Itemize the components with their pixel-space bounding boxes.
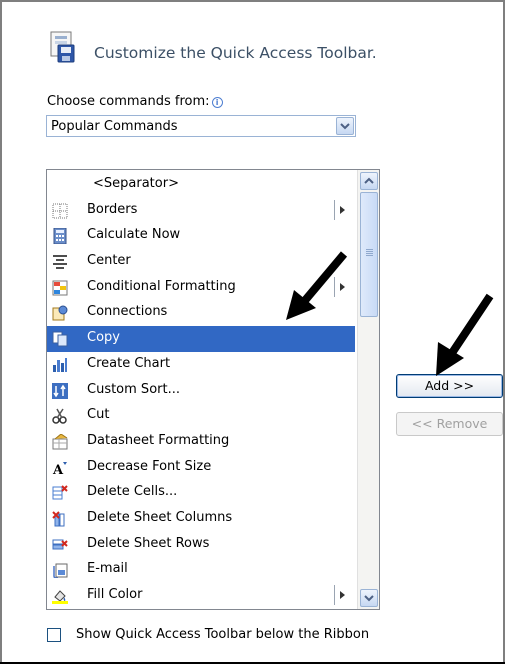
- chevron-down-icon: [364, 595, 374, 602]
- sort-icon: [52, 382, 68, 399]
- list-item[interactable]: Delete Sheet Rows: [47, 532, 355, 558]
- list-item[interactable]: Center: [47, 249, 355, 275]
- list-item[interactable]: Fill Color: [47, 583, 355, 609]
- choose-commands-dropdown[interactable]: Popular Commands: [46, 115, 356, 137]
- calculator-icon: [53, 228, 67, 245]
- fill-color-icon: [52, 590, 68, 604]
- arrow-pointer-icon: [436, 293, 494, 376]
- list-item[interactable]: Create Chart: [47, 352, 355, 378]
- list-item-label: Custom Sort...: [87, 381, 180, 397]
- list-item-label: Copy: [87, 330, 120, 346]
- delete-cells-icon: [52, 485, 68, 500]
- info-icon[interactable]: i: [211, 97, 223, 108]
- commands-list[interactable]: <Separator> Borders Calculate Now Center Con…: [46, 169, 380, 610]
- connections-icon: [52, 305, 68, 321]
- scroll-thumb[interactable]: [360, 192, 378, 317]
- list-item-label: Decrease Font Size: [87, 458, 212, 474]
- quick-access-toolbar-icon: [50, 31, 75, 63]
- show-below-ribbon-checkbox[interactable]: [47, 628, 61, 642]
- list-item-label: Connections: [87, 304, 168, 320]
- choose-commands-text: Choose commands from:: [47, 94, 210, 109]
- copy-icon: [52, 331, 68, 347]
- decrease-font-icon: A: [52, 461, 67, 476]
- chevron-up-icon: [364, 177, 374, 184]
- remove-button[interactable]: << Remove: [396, 412, 503, 436]
- list-item-label: E-mail: [87, 561, 128, 577]
- scissors-icon: [52, 408, 67, 424]
- list-item-label: Conditional Formatting: [87, 278, 236, 294]
- add-button[interactable]: Add >>: [396, 374, 503, 398]
- list-item[interactable]: Delete Cells...: [47, 480, 355, 506]
- datasheet-icon: [52, 433, 68, 450]
- chart-icon: [53, 357, 67, 372]
- list-item-label: <Separator>: [93, 176, 179, 191]
- list-item-label: Cut: [87, 407, 110, 423]
- list-item-label: Delete Sheet Columns: [87, 509, 233, 525]
- list-item-label: Center: [87, 253, 131, 269]
- commands-list-rows: <Separator> Borders Calculate Now Center Con…: [47, 172, 357, 609]
- list-item[interactable]: Copy: [47, 326, 355, 352]
- vertical-scrollbar[interactable]: [357, 170, 379, 609]
- list-item[interactable]: Connections: [47, 300, 355, 326]
- choose-commands-value: Popular Commands: [51, 119, 178, 134]
- list-item[interactable]: Delete Sheet Columns: [47, 506, 355, 532]
- list-item-label: Delete Sheet Rows: [87, 535, 210, 551]
- options-dialog-panel: Customize the Quick Access Toolbar. Choo…: [0, 0, 505, 664]
- list-item[interactable]: Calculate Now: [47, 223, 355, 249]
- dropdown-arrow-button[interactable]: [336, 117, 354, 135]
- scroll-down-button[interactable]: [360, 589, 378, 607]
- list-item[interactable]: <Separator>: [47, 172, 355, 198]
- scroll-grip-icon: [366, 249, 373, 257]
- align-center-icon: [53, 255, 67, 269]
- list-item-label: Create Chart: [87, 355, 171, 371]
- svg-text:A: A: [52, 463, 64, 476]
- list-item[interactable]: Custom Sort...: [47, 378, 355, 404]
- page-title: Customize the Quick Access Toolbar.: [94, 44, 377, 62]
- list-item-label: Fill Color: [87, 587, 143, 602]
- choose-commands-label: Choose commands from: i: [47, 94, 223, 109]
- submenu-arrow-icon: [334, 199, 350, 220]
- borders-icon: [52, 203, 68, 219]
- list-item[interactable]: A Decrease Font Size: [47, 455, 355, 481]
- scroll-up-button[interactable]: [360, 172, 378, 190]
- delete-columns-icon: [52, 511, 65, 527]
- list-item[interactable]: Borders: [47, 198, 355, 224]
- list-item-label: Delete Cells...: [87, 484, 178, 500]
- submenu-arrow-icon: [334, 585, 350, 605]
- submenu-arrow-icon: [334, 276, 350, 297]
- delete-rows-icon: [52, 539, 68, 550]
- list-item-label: Datasheet Formatting: [87, 432, 230, 448]
- list-item[interactable]: E-mail: [47, 557, 355, 583]
- list-item[interactable]: Cut: [47, 403, 355, 429]
- email-icon: [53, 563, 68, 579]
- chevron-down-icon: [340, 123, 350, 130]
- list-item[interactable]: Conditional Formatting: [47, 275, 355, 301]
- list-item[interactable]: Datasheet Formatting: [47, 429, 355, 455]
- show-below-ribbon-label: Show Quick Access Toolbar below the Ribb…: [76, 627, 370, 642]
- list-item-label: Borders: [87, 201, 138, 217]
- conditional-formatting-icon: [52, 280, 68, 296]
- list-item-label: Calculate Now: [87, 227, 181, 243]
